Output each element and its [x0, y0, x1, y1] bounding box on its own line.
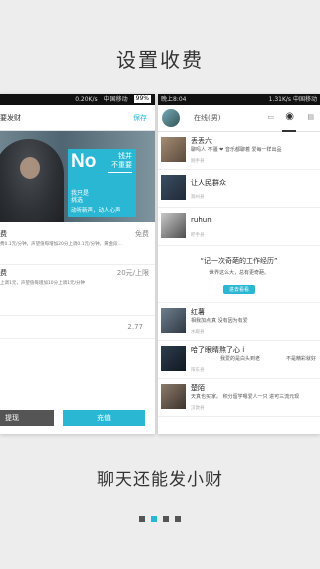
fee2-label: 费 — [0, 269, 7, 277]
page-title: 设置收费 — [116, 48, 204, 72]
cover-image: No 钱并 不重要 我只是 挑选 动听新声，动人心声 — [0, 131, 155, 222]
page-dot[interactable] — [163, 516, 169, 522]
user-location: 盱手县 — [191, 233, 205, 238]
recharge-button[interactable]: 充值 — [63, 410, 145, 426]
fee-note: 费0.1元/分钟，声望值每增加20分上调0.1元/分钟，黄金段... — [0, 242, 122, 247]
save-button[interactable]: 保存 — [133, 113, 147, 123]
list-item[interactable]: ruhun 盱手县 — [158, 208, 320, 246]
hooded-figure-image — [0, 139, 64, 222]
list-item[interactable]: 让人民群众 滁州县 — [158, 170, 320, 208]
poster-text-1: 钱并 不重要 — [111, 152, 132, 169]
speed-text-2: 1.31K/s — [268, 96, 292, 103]
user-location: 刚手县 — [191, 159, 205, 164]
list-item[interactable]: 红薯 相我加点真 没有因为有爱 水殿县 — [158, 303, 320, 341]
user-location: 阳东县 — [191, 368, 205, 373]
poster-no: No — [71, 151, 97, 172]
header-title: 要发财 — [0, 113, 21, 122]
user-name: 哈了眼睛熬了心 i — [191, 346, 245, 354]
user-sub: 聊吗人 不骚 ❤ 音乐都聊着 爱每一样出品 — [191, 147, 282, 153]
fee2-note: 上调1元，声望值每增加10分上调1元/分钟 — [0, 281, 85, 286]
avatar — [161, 175, 186, 200]
user-location: 滁州县 — [191, 195, 205, 200]
right-phone-screen: 晚上8:04 1.31K/s 中国移动 在线(男) ▭ ◉ ▤ 丢丢六 聊吗人 … — [158, 94, 320, 434]
fee-row[interactable]: 费 免费 — [0, 226, 155, 242]
fee-value: 免费 — [135, 230, 149, 238]
fee-row-2[interactable]: 费 20元/上限 — [0, 264, 155, 281]
user-name: 楚陌 — [191, 384, 205, 392]
banner-quote: “记一次奇葩的工作经历” — [200, 257, 278, 265]
poster-text-2: 我只是 挑选 — [71, 190, 90, 204]
status-bar-2: 晚上8:04 1.31K/s 中国移动 — [158, 94, 320, 105]
battery-text: 99% — [133, 95, 151, 103]
avatar — [161, 137, 186, 162]
user-sub: 相我加点真 没有因为有爱 — [191, 318, 248, 324]
fee2-value: 20元/上限 — [116, 269, 149, 277]
user-name: 让人民群众 — [191, 179, 226, 187]
avatar — [161, 346, 186, 371]
poster-text-3: 动听新声，动人心声 — [71, 208, 121, 214]
fee-label: 费 — [0, 230, 7, 238]
carrier-text: 中国移动 — [103, 96, 128, 103]
poster-card: No 钱并 不重要 我只是 挑选 动听新声，动人心声 — [68, 149, 136, 217]
avatar — [161, 308, 186, 333]
balance-row: 2.77 — [0, 315, 155, 339]
feed-header: 在线(男) ▭ ◉ ▤ — [158, 105, 320, 132]
user-name: 红薯 — [191, 308, 205, 316]
user-name: 丢丢六 — [191, 137, 212, 145]
list-item[interactable]: 哈了眼睛熬了心 i 我爱的是白头到老 不是精彩就好 阳东县 — [158, 341, 320, 379]
withdraw-button[interactable]: 提现 — [0, 410, 54, 426]
header: 要发财 保存 — [0, 105, 155, 131]
avatar — [161, 213, 186, 238]
user-location: 水殿县 — [191, 330, 205, 335]
banner-button[interactable]: 进去看看 — [222, 285, 255, 294]
speed-text: 0.20K/s — [75, 96, 98, 103]
page-dot-active[interactable] — [151, 516, 157, 522]
list-item[interactable]: 丢丢六 聊吗人 不骚 ❤ 音乐都聊着 爱每一样出品 刚手县 — [158, 132, 320, 170]
message-icon[interactable]: ▤ — [307, 113, 314, 121]
page-indicator — [0, 516, 320, 522]
chat-icon[interactable]: ▭ — [267, 113, 274, 121]
time-text: 晚上8:04 — [161, 96, 187, 103]
page-dot[interactable] — [139, 516, 145, 522]
user-sub: 我爱的是白头到老 — [220, 356, 261, 362]
user-sub: 天真也买家。 积分留学嗯爱人一只 进可三流元现 — [191, 394, 300, 400]
avatar[interactable] — [162, 109, 180, 127]
eye-icon[interactable]: ◉ — [285, 111, 294, 122]
status-bar: 0.20K/s 中国移动 99% — [0, 94, 155, 105]
user-location: 汉敦县 — [191, 406, 205, 411]
topic-banner[interactable]: “记一次奇葩的工作经历” 世界这么大，总有更奇葩。 进去看看 — [158, 246, 320, 303]
carrier-text-2: 中国移动 — [292, 96, 317, 103]
left-phone-screen: 0.20K/s 中国移动 99% 要发财 保存 No 钱并 不重要 我只是 挑选 动… — [0, 94, 155, 434]
avatar — [161, 384, 186, 409]
online-filter[interactable]: 在线(男) — [194, 113, 220, 123]
banner-sub: 世界这么大，总有更奇葩。 — [208, 270, 269, 276]
balance-amount: 2.77 — [127, 323, 143, 331]
list-item[interactable]: 楚陌 天真也买家。 积分留学嗯爱人一只 进可三流元现 汉敦县 — [158, 379, 320, 417]
page-dot[interactable] — [175, 516, 181, 522]
page-subtitle: 聊天还能发小财 — [97, 470, 223, 490]
user-name: ruhun — [191, 216, 212, 224]
user-right-text: 不是精彩就好 — [285, 356, 316, 362]
